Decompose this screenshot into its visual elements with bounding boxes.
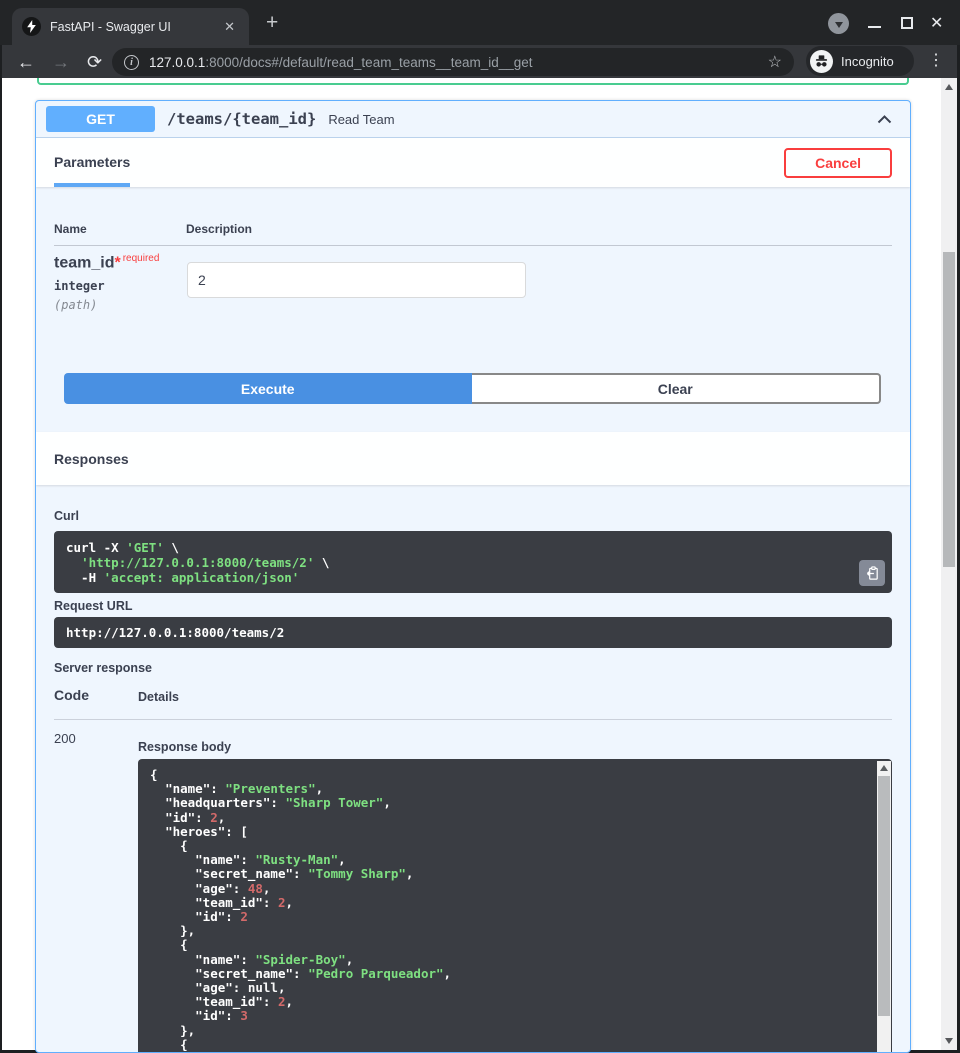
response-table-divider xyxy=(54,719,892,720)
execute-row: Execute Clear xyxy=(64,373,881,404)
method-badge: GET xyxy=(46,106,155,132)
incognito-badge: Incognito xyxy=(806,46,914,76)
parameters-header: Parameters Cancel xyxy=(36,138,910,187)
address-bar[interactable]: i 127.0.0.1:8000/docs#/default/read_team… xyxy=(112,48,794,76)
request-url-label: Request URL xyxy=(54,599,132,613)
code-line: "id": 2 xyxy=(150,910,880,924)
details-column-header: Details xyxy=(138,690,179,704)
responses-title: Responses xyxy=(54,451,129,467)
incognito-label: Incognito xyxy=(841,54,894,69)
scroll-up-icon[interactable] xyxy=(945,84,953,90)
code-line: "secret_name": "Pedro Parqueador", xyxy=(150,967,880,981)
code-line: "team_id": 2, xyxy=(150,995,880,1009)
page-scrollbar[interactable] xyxy=(941,78,957,1050)
code-line: "name": "Rusty-Man", xyxy=(150,853,880,867)
param-location: (path) xyxy=(54,298,97,312)
code-column-header: Code xyxy=(54,687,89,703)
response-body-label: Response body xyxy=(138,740,231,754)
previous-endpoint-block-edge xyxy=(37,78,909,85)
code-line: { xyxy=(150,938,880,952)
scroll-down-icon[interactable] xyxy=(945,1038,953,1044)
team-id-input[interactable] xyxy=(187,262,526,298)
response-body-code: { "name": "Preventers", "headquarters": … xyxy=(150,768,880,1053)
copy-to-clipboard-button[interactable] xyxy=(859,560,885,586)
code-line: 'http://127.0.0.1:8000/teams/2' \ xyxy=(66,555,880,570)
site-info-icon[interactable]: i xyxy=(124,55,139,70)
status-code: 200 xyxy=(54,731,76,746)
endpoint-summary-row[interactable]: GET /teams/{team_id} Read Team xyxy=(36,101,910,138)
browser-titlebar: FastAPI - Swagger UI ✕ + ✕ xyxy=(0,0,960,45)
forward-button[interactable]: → xyxy=(52,53,70,71)
url-text[interactable]: 127.0.0.1:8000/docs#/default/read_team_t… xyxy=(149,55,760,70)
code-line: "id": 2, xyxy=(150,811,880,825)
tab-close-icon[interactable]: ✕ xyxy=(220,17,239,37)
endpoint-summary: Read Team xyxy=(328,112,394,127)
code-line: "name": "Spider-Boy", xyxy=(150,953,880,967)
column-header-name: Name xyxy=(54,222,87,236)
browser-update-icon[interactable] xyxy=(828,13,849,34)
code-line: "team_id": 2, xyxy=(150,896,880,910)
code-line: { xyxy=(150,768,880,782)
reload-button[interactable]: ⟳ xyxy=(87,53,102,71)
cancel-button[interactable]: Cancel xyxy=(784,148,892,178)
window-minimize-button[interactable] xyxy=(868,26,881,28)
get-endpoint-block: GET /teams/{team_id} Read Team Parameter… xyxy=(35,100,911,1053)
code-line: "headquarters": "Sharp Tower", xyxy=(150,796,880,810)
response-scrollbar-thumb[interactable] xyxy=(878,776,890,1016)
required-star: * xyxy=(114,254,120,271)
code-line: "age": 48, xyxy=(150,882,880,896)
url-path: :8000/docs#/default/read_team_teams__tea… xyxy=(205,55,532,70)
code-line: "age": null, xyxy=(150,981,880,995)
page-scrollbar-thumb[interactable] xyxy=(943,252,955,567)
browser-tab[interactable]: FastAPI - Swagger UI ✕ xyxy=(12,8,249,45)
code-line: }, xyxy=(150,1024,880,1038)
code-line: "id": 3 xyxy=(150,1009,880,1023)
curl-label: Curl xyxy=(54,509,79,523)
code-line: "heroes": [ xyxy=(150,825,880,839)
required-label: required xyxy=(123,253,160,264)
response-scroll-up-icon[interactable] xyxy=(880,765,888,771)
column-header-description: Description xyxy=(186,222,252,236)
curl-code-block: curl -X 'GET' \ 'http://127.0.0.1:8000/t… xyxy=(54,531,892,593)
param-name-cell: team_id*required xyxy=(54,253,159,272)
browser-menu-icon[interactable]: ⋮ xyxy=(928,50,944,70)
code-line: { xyxy=(150,1038,880,1052)
tab-title: FastAPI - Swagger UI xyxy=(50,20,220,34)
endpoint-path: /teams/{team_id} xyxy=(167,110,316,128)
code-line: -H 'accept: application/json' xyxy=(66,570,880,585)
window-close-button[interactable]: ✕ xyxy=(930,13,943,33)
window-frame-left xyxy=(0,45,2,1053)
browser-toolbar: ← → ⟳ i 127.0.0.1:8000/docs#/default/rea… xyxy=(0,45,960,78)
url-host: 127.0.0.1 xyxy=(149,55,205,70)
response-body-block: { "name": "Preventers", "headquarters": … xyxy=(138,759,892,1053)
server-response-label: Server response xyxy=(54,661,152,675)
collapse-chevron-icon[interactable] xyxy=(877,115,892,124)
window-maximize-button[interactable] xyxy=(901,17,913,29)
new-tab-button[interactable]: + xyxy=(266,11,278,35)
code-line: "secret_name": "Tommy Sharp", xyxy=(150,867,880,881)
code-line: }, xyxy=(150,924,880,938)
clear-button[interactable]: Clear xyxy=(472,373,882,404)
bookmark-star-icon[interactable]: ☆ xyxy=(768,52,782,72)
param-type: integer xyxy=(54,279,105,293)
table-header-divider xyxy=(54,245,892,246)
incognito-icon xyxy=(810,50,833,73)
execute-button[interactable]: Execute xyxy=(64,373,472,404)
response-body-scrollbar[interactable] xyxy=(877,761,891,1053)
code-line: "name": "Preventers", xyxy=(150,782,880,796)
code-line: { xyxy=(150,839,880,853)
curl-code: curl -X 'GET' \ 'http://127.0.0.1:8000/t… xyxy=(66,540,880,585)
request-url-block: http://127.0.0.1:8000/teams/2 xyxy=(54,617,892,648)
code-line: curl -X 'GET' \ xyxy=(66,540,880,555)
back-button[interactable]: ← xyxy=(17,53,35,71)
fastapi-favicon-icon xyxy=(22,17,41,36)
tab-parameters[interactable]: Parameters xyxy=(54,138,130,187)
responses-header: Responses xyxy=(36,432,910,485)
param-name: team_id xyxy=(54,254,114,271)
